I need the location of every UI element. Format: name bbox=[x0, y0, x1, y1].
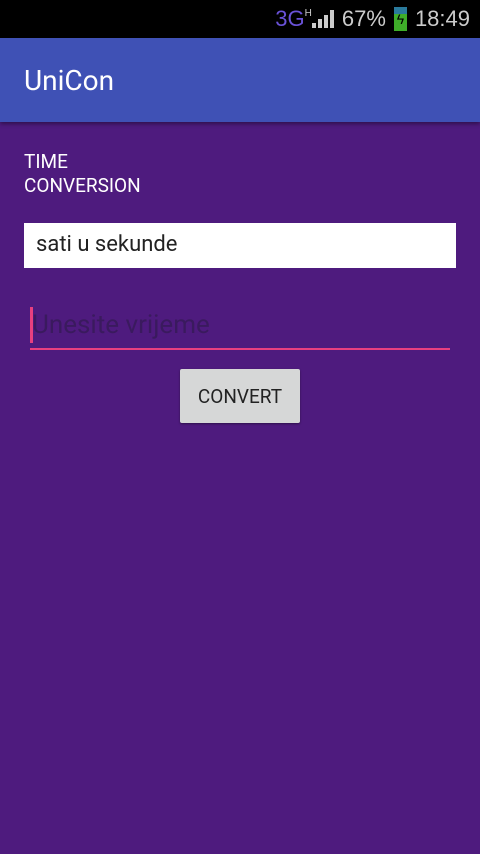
convert-button[interactable]: CONVERT bbox=[180, 369, 300, 423]
conversion-type-dropdown[interactable]: sati u sekunde bbox=[24, 223, 456, 268]
app-bar: UniCon bbox=[0, 38, 480, 122]
app-title: UniCon bbox=[24, 64, 115, 97]
network-sub: H bbox=[304, 8, 312, 19]
clock: 18:49 bbox=[414, 6, 470, 31]
network-type: 3G bbox=[275, 6, 305, 31]
status-bar: 3G H 67% ϟ 18:49 bbox=[0, 0, 480, 38]
text-cursor bbox=[30, 307, 33, 343]
battery-charging-icon: ϟ bbox=[393, 7, 407, 31]
section-heading: TIME CONVERSION bbox=[24, 150, 141, 197]
time-input[interactable]: Unesite vrijeme bbox=[30, 306, 450, 350]
battery-percent: 67% bbox=[341, 6, 386, 31]
time-input-placeholder: Unesite vrijeme bbox=[32, 310, 210, 340]
signal-icon bbox=[311, 10, 334, 28]
